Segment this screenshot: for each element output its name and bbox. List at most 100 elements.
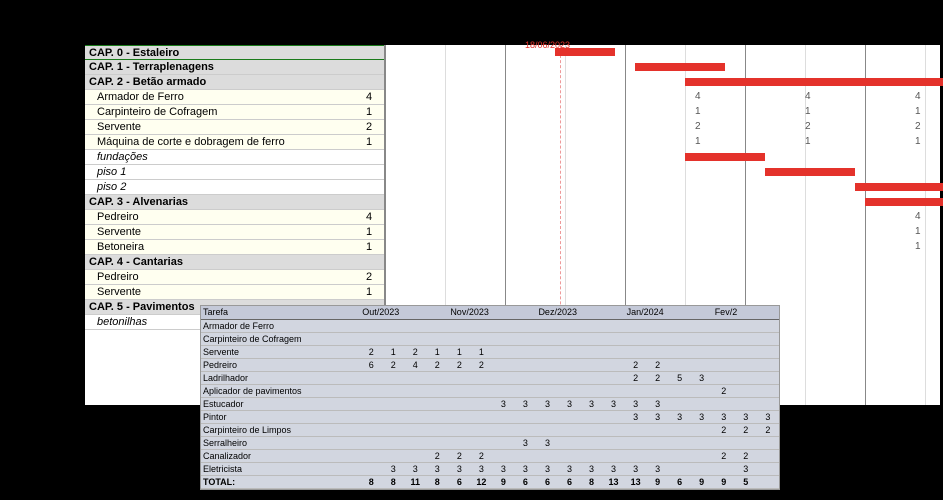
cell-value <box>691 332 713 345</box>
cell-value <box>581 449 603 462</box>
cell-value: 2 <box>625 358 647 371</box>
row-label: fundações <box>97 150 384 164</box>
cell-value <box>757 436 779 449</box>
table-row: Carpinteiro de Cofragem <box>201 332 779 345</box>
cell-value: 2 <box>647 371 669 384</box>
cell-value <box>625 423 647 436</box>
col-month: Dez/2023 <box>536 306 624 319</box>
cell-value: 6 <box>448 475 470 488</box>
cell-value <box>514 384 536 397</box>
cell-value <box>558 371 580 384</box>
row-label: CAP. 3 - Alvenarias <box>89 195 384 209</box>
cell-value <box>603 319 625 332</box>
row-label: CAP. 1 - Terraplenagens <box>89 60 384 74</box>
cell-value: 3 <box>625 397 647 410</box>
cell-value <box>735 345 757 358</box>
cell-value <box>669 462 691 475</box>
cell-value <box>735 436 757 449</box>
cell-value <box>514 332 536 345</box>
row-label: Máquina de corte e dobragem de ferro <box>97 135 354 149</box>
cell-value <box>492 384 514 397</box>
cell-value <box>448 319 470 332</box>
cell-value: 2 <box>713 423 735 436</box>
cell-value <box>603 384 625 397</box>
row-label: CAP. 0 - Estaleiro <box>89 46 384 59</box>
cell-value <box>558 410 580 423</box>
cell-value <box>536 345 558 358</box>
table-row: Ladrilhador2253 <box>201 371 779 384</box>
gantt-row: Pedreiro4 <box>85 210 384 225</box>
cell-value <box>514 423 536 436</box>
col-month: Jan/2024 <box>625 306 713 319</box>
table-row: Serralheiro33 <box>201 436 779 449</box>
cell-value <box>558 384 580 397</box>
cell-value <box>448 397 470 410</box>
cell-value: 3 <box>470 462 492 475</box>
cell-value <box>404 410 426 423</box>
cell-value <box>514 319 536 332</box>
cell-value: 3 <box>713 410 735 423</box>
task-name: Ladrilhador <box>201 371 360 384</box>
cell-value <box>536 358 558 371</box>
cell-value: 9 <box>713 475 735 488</box>
cell-value <box>757 345 779 358</box>
cell-value <box>581 345 603 358</box>
cell-value <box>382 449 404 462</box>
cell-value: 8 <box>426 475 448 488</box>
cell-value <box>647 384 669 397</box>
cell-value <box>360 423 382 436</box>
row-label: Pedreiro <box>97 270 354 284</box>
cell-value <box>581 332 603 345</box>
gantt-row: CAP. 1 - Terraplenagens <box>85 60 384 75</box>
cell-value <box>669 319 691 332</box>
cell-value: 8 <box>382 475 404 488</box>
cell-value <box>735 332 757 345</box>
gantt-row: CAP. 3 - Alvenarias <box>85 195 384 210</box>
task-name: TOTAL: <box>201 475 360 488</box>
cell-value <box>669 423 691 436</box>
cell-value <box>669 449 691 462</box>
cell-value <box>426 371 448 384</box>
cell-value: 3 <box>382 462 404 475</box>
row-label: Carpinteiro de Cofragem <box>97 105 354 119</box>
cell-value <box>713 319 735 332</box>
cell-value: 3 <box>669 410 691 423</box>
cell-value <box>647 423 669 436</box>
cell-value <box>382 423 404 436</box>
task-name: Carpinteiro de Cofragem <box>201 332 360 345</box>
cell-value <box>404 332 426 345</box>
cell-value <box>360 397 382 410</box>
cell-value <box>558 332 580 345</box>
cell-value <box>735 397 757 410</box>
cell-value <box>492 319 514 332</box>
cell-value <box>382 384 404 397</box>
cell-value <box>713 436 735 449</box>
cell-value <box>625 384 647 397</box>
task-name: Estucador <box>201 397 360 410</box>
cell-value <box>625 436 647 449</box>
cell-value <box>558 358 580 371</box>
task-name: Eletricista <box>201 462 360 475</box>
cell-value: 1 <box>426 345 448 358</box>
cell-value <box>382 319 404 332</box>
cell-value <box>404 371 426 384</box>
cell-value <box>669 384 691 397</box>
col-month: Out/2023 <box>360 306 448 319</box>
row-qty: 1 <box>354 285 384 299</box>
table-row: Eletricista33333333333333 <box>201 462 779 475</box>
cell-value: 8 <box>581 475 603 488</box>
cell-value: 1 <box>382 345 404 358</box>
gantt-row: Pedreiro2 <box>85 270 384 285</box>
gantt-bar <box>765 168 855 176</box>
cell-value <box>492 436 514 449</box>
cell-value: 2 <box>647 358 669 371</box>
cell-value <box>625 332 647 345</box>
row-label: CAP. 2 - Betão armado <box>89 75 384 89</box>
cell-value <box>691 319 713 332</box>
cell-value: 3 <box>647 410 669 423</box>
row-label: Servente <box>97 285 354 299</box>
cell-value <box>603 358 625 371</box>
cell-value <box>603 423 625 436</box>
cell-value <box>603 332 625 345</box>
cell-value <box>470 319 492 332</box>
